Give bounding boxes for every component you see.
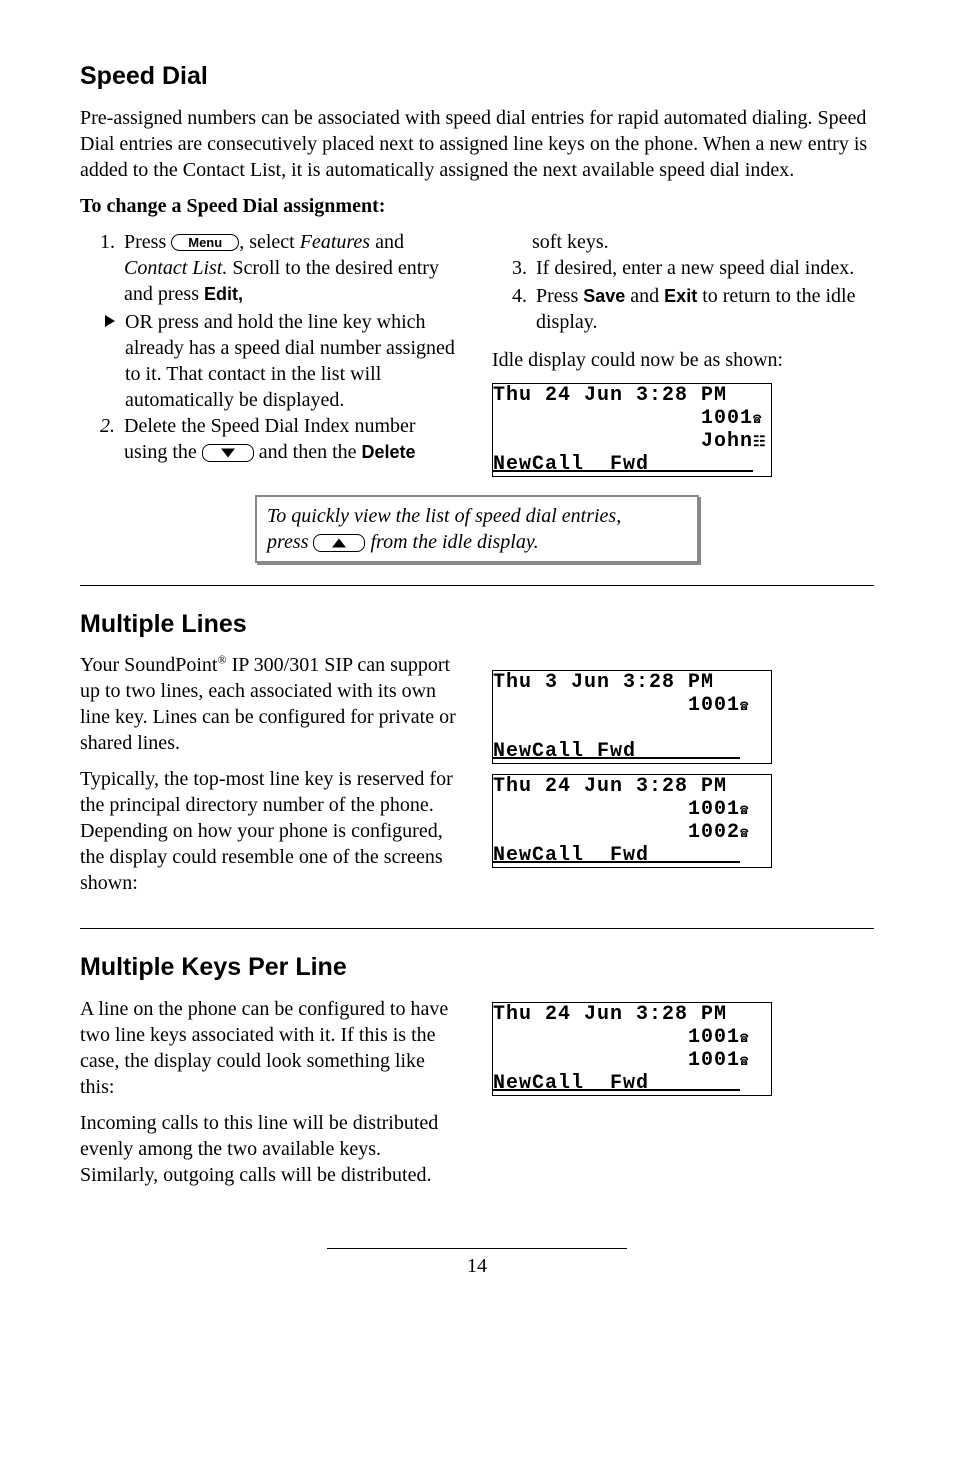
or-text: OR press and hold the line key which alr… [125, 309, 462, 413]
phone-icon: ☎ [740, 1054, 749, 1070]
lcd-display-1: Thu 24 Jun 3:28 PM 1001☎ John☷ NewCall F… [492, 383, 772, 477]
heading-speed-dial: Speed Dial [80, 60, 874, 93]
tip-box: To quickly view the list of speed dial e… [255, 495, 699, 563]
right-column: Thu 3 Jun 3:28 PM 1001☎ NewCall Fwd Thu … [492, 652, 874, 868]
page-number: 14 [80, 1253, 874, 1279]
paragraph: Incoming calls to this line will be dist… [80, 1110, 462, 1188]
lcd-display-2a: Thu 3 Jun 3:28 PM 1001☎ NewCall Fwd [492, 670, 772, 764]
step-3: If desired, enter a new speed dial index… [532, 255, 874, 281]
phone-icon: ☎ [740, 826, 749, 842]
text: , select [239, 231, 300, 253]
intro-paragraph: Pre-assigned numbers can be associated w… [80, 105, 874, 183]
or-bullet: OR press and hold the line key which alr… [105, 309, 462, 413]
text: press [267, 531, 313, 553]
list-icon: ☷ [753, 435, 767, 451]
divider [80, 928, 874, 929]
text: from the idle display. [365, 531, 538, 553]
text: and [625, 285, 664, 307]
subheading: To change a Speed Dial assignment: [80, 193, 874, 219]
tip-line-2: press from the idle display. [267, 529, 687, 555]
step-4: Press Save and Exit to return to the idl… [532, 283, 874, 335]
features-text: Features [300, 231, 370, 253]
phone-icon: ☎ [740, 699, 749, 715]
registered-mark: ® [217, 652, 226, 666]
footer-line [327, 1248, 627, 1249]
section-row: A line on the phone can be configured to… [80, 996, 874, 1198]
tip-line-1: To quickly view the list of speed dial e… [267, 503, 687, 529]
menu-key: Menu [171, 234, 239, 251]
delete-label: Delete [362, 442, 416, 462]
heading-multiple-keys: Multiple Keys Per Line [80, 951, 874, 984]
section-row: Your SoundPoint® IP 300/301 SIP can supp… [80, 652, 874, 906]
lcd-display-3: Thu 24 Jun 3:28 PM 1001☎ 1001☎ NewCall F… [492, 1002, 772, 1096]
lcd-display-2b: Thu 24 Jun 3:28 PM 1001☎ 1002☎ NewCall F… [492, 774, 772, 868]
left-column: A line on the phone can be configured to… [80, 996, 462, 1198]
exit-label: Exit [664, 286, 697, 306]
text: Press [536, 285, 583, 307]
down-arrow-key [202, 444, 254, 462]
left-column: Your SoundPoint® IP 300/301 SIP can supp… [80, 652, 462, 906]
divider [80, 585, 874, 586]
text: and then the [254, 441, 362, 463]
idle-caption: Idle display could now be as shown: [492, 347, 874, 373]
two-column-layout: Press Menu, select Features and Contact … [80, 229, 874, 477]
step-1: Press Menu, select Features and Contact … [120, 229, 462, 307]
right-column: Thu 24 Jun 3:28 PM 1001☎ 1001☎ NewCall F… [492, 996, 874, 1096]
heading-multiple-lines: Multiple Lines [80, 608, 874, 641]
paragraph: Your SoundPoint® IP 300/301 SIP can supp… [80, 652, 462, 756]
edit-label: Edit, [204, 284, 243, 304]
step-2: 2. Delete the Speed Dial Index number us… [120, 413, 462, 465]
save-label: Save [583, 286, 625, 306]
softkeys-text: soft keys. [532, 229, 874, 255]
footer: 14 [80, 1248, 874, 1279]
paragraph: Typically, the top-most line key is rese… [80, 766, 462, 896]
text: Press [124, 231, 171, 253]
paragraph: A line on the phone can be configured to… [80, 996, 462, 1100]
contact-text: Contact List. [124, 257, 227, 279]
phone-icon: ☎ [740, 1031, 749, 1047]
right-column: soft keys. If desired, enter a new speed… [492, 229, 874, 477]
phone-icon: ☎ [740, 803, 749, 819]
left-column: Press Menu, select Features and Contact … [80, 229, 462, 477]
phone-icon: ☎ [753, 412, 762, 428]
triangle-right-icon [105, 315, 115, 327]
up-arrow-key [313, 534, 365, 552]
text: and [370, 231, 404, 253]
